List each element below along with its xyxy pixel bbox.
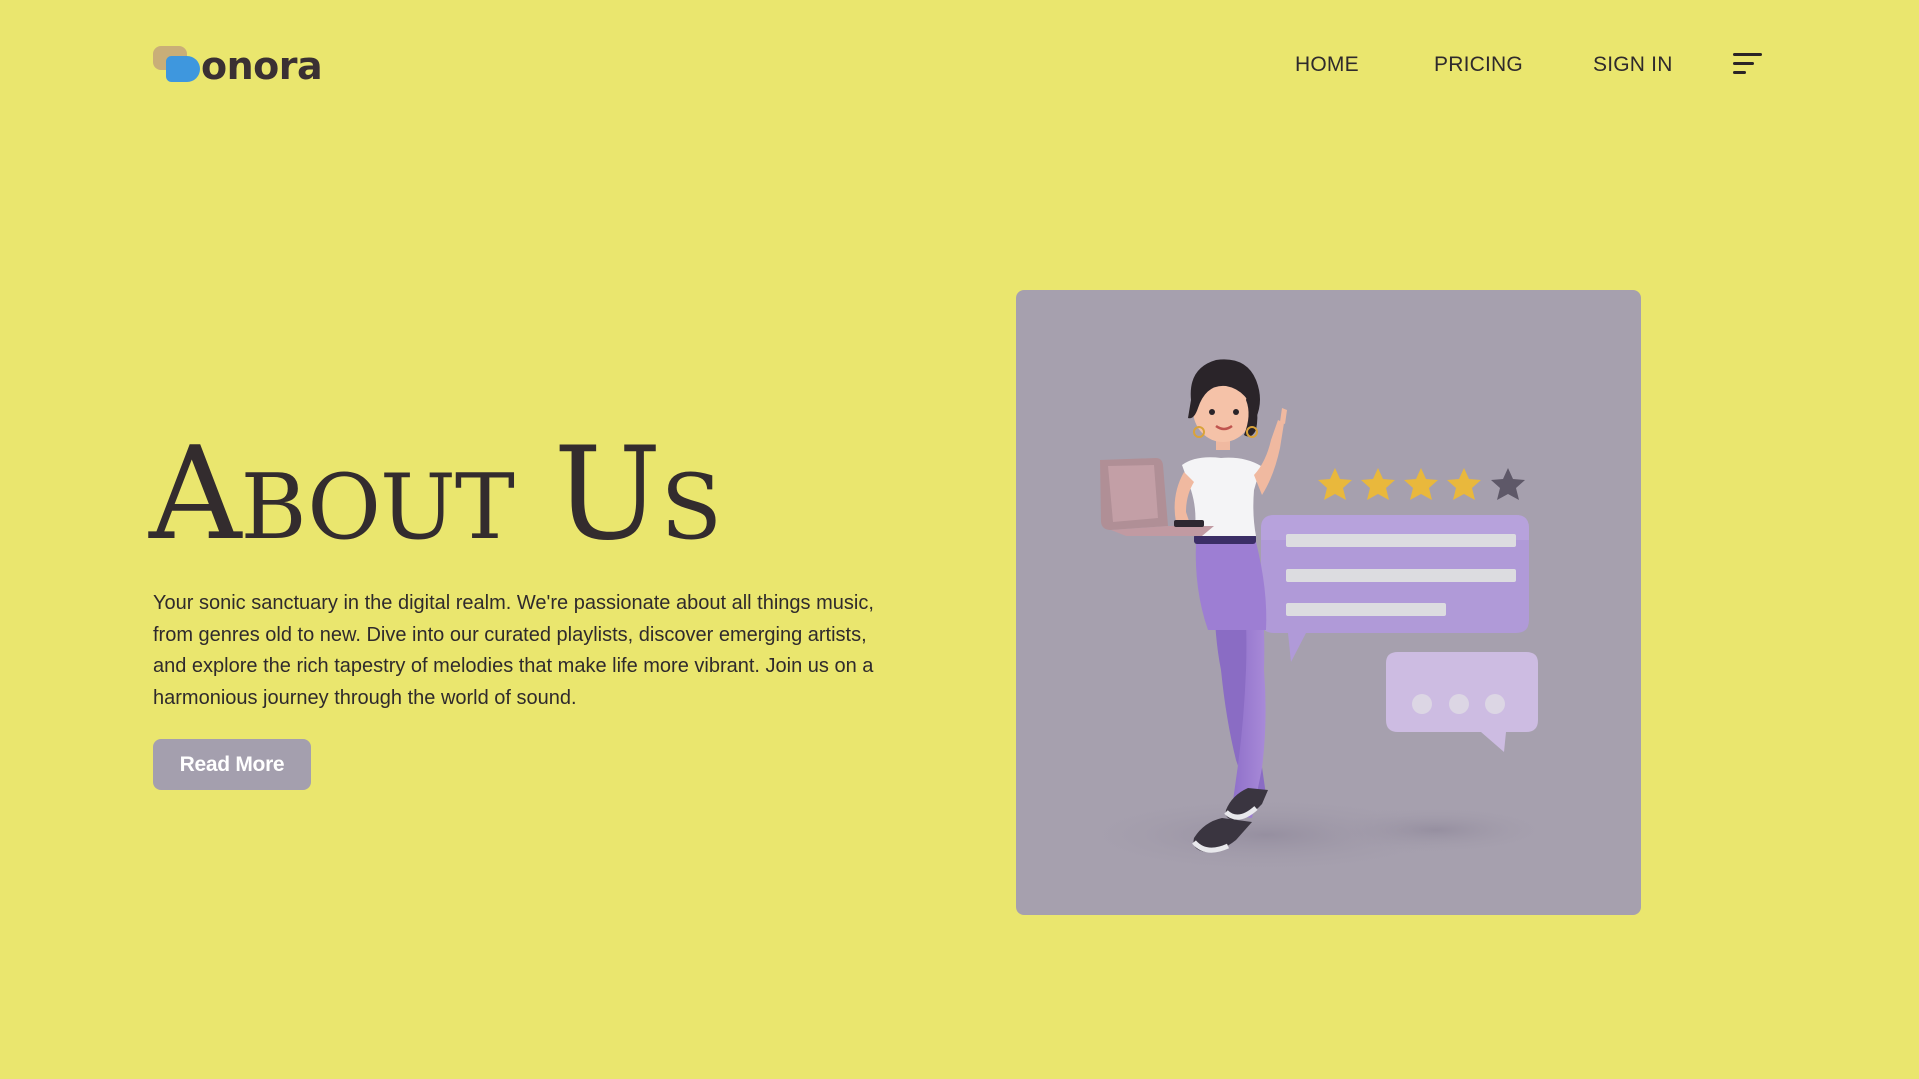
page-title: About Us — [149, 420, 722, 569]
nav-link-home[interactable]: HOME — [1295, 52, 1359, 78]
about-description: Your sonic sanctuary in the digital real… — [153, 592, 874, 709]
about-illustration — [1016, 290, 1641, 915]
star-icon — [1361, 468, 1395, 500]
woman-figure — [1100, 359, 1287, 853]
woman-with-laptop-rating-illustration — [1066, 359, 1556, 875]
star-icon — [1318, 468, 1352, 500]
main-nav: HOME PRICING SIGN IN — [0, 52, 1919, 78]
rating-stars — [1318, 468, 1525, 500]
chat-bubble-large — [1261, 515, 1529, 662]
nav-link-sign-in[interactable]: SIGN IN — [1593, 52, 1673, 78]
chat-bubble-small — [1386, 652, 1538, 752]
star-empty-icon — [1491, 468, 1525, 500]
star-icon — [1447, 468, 1481, 500]
star-icon — [1404, 468, 1438, 500]
hamburger-menu-icon[interactable] — [1733, 52, 1763, 76]
nav-link-pricing[interactable]: PRICING — [1434, 52, 1523, 78]
read-more-button[interactable]: Read More — [153, 739, 311, 790]
